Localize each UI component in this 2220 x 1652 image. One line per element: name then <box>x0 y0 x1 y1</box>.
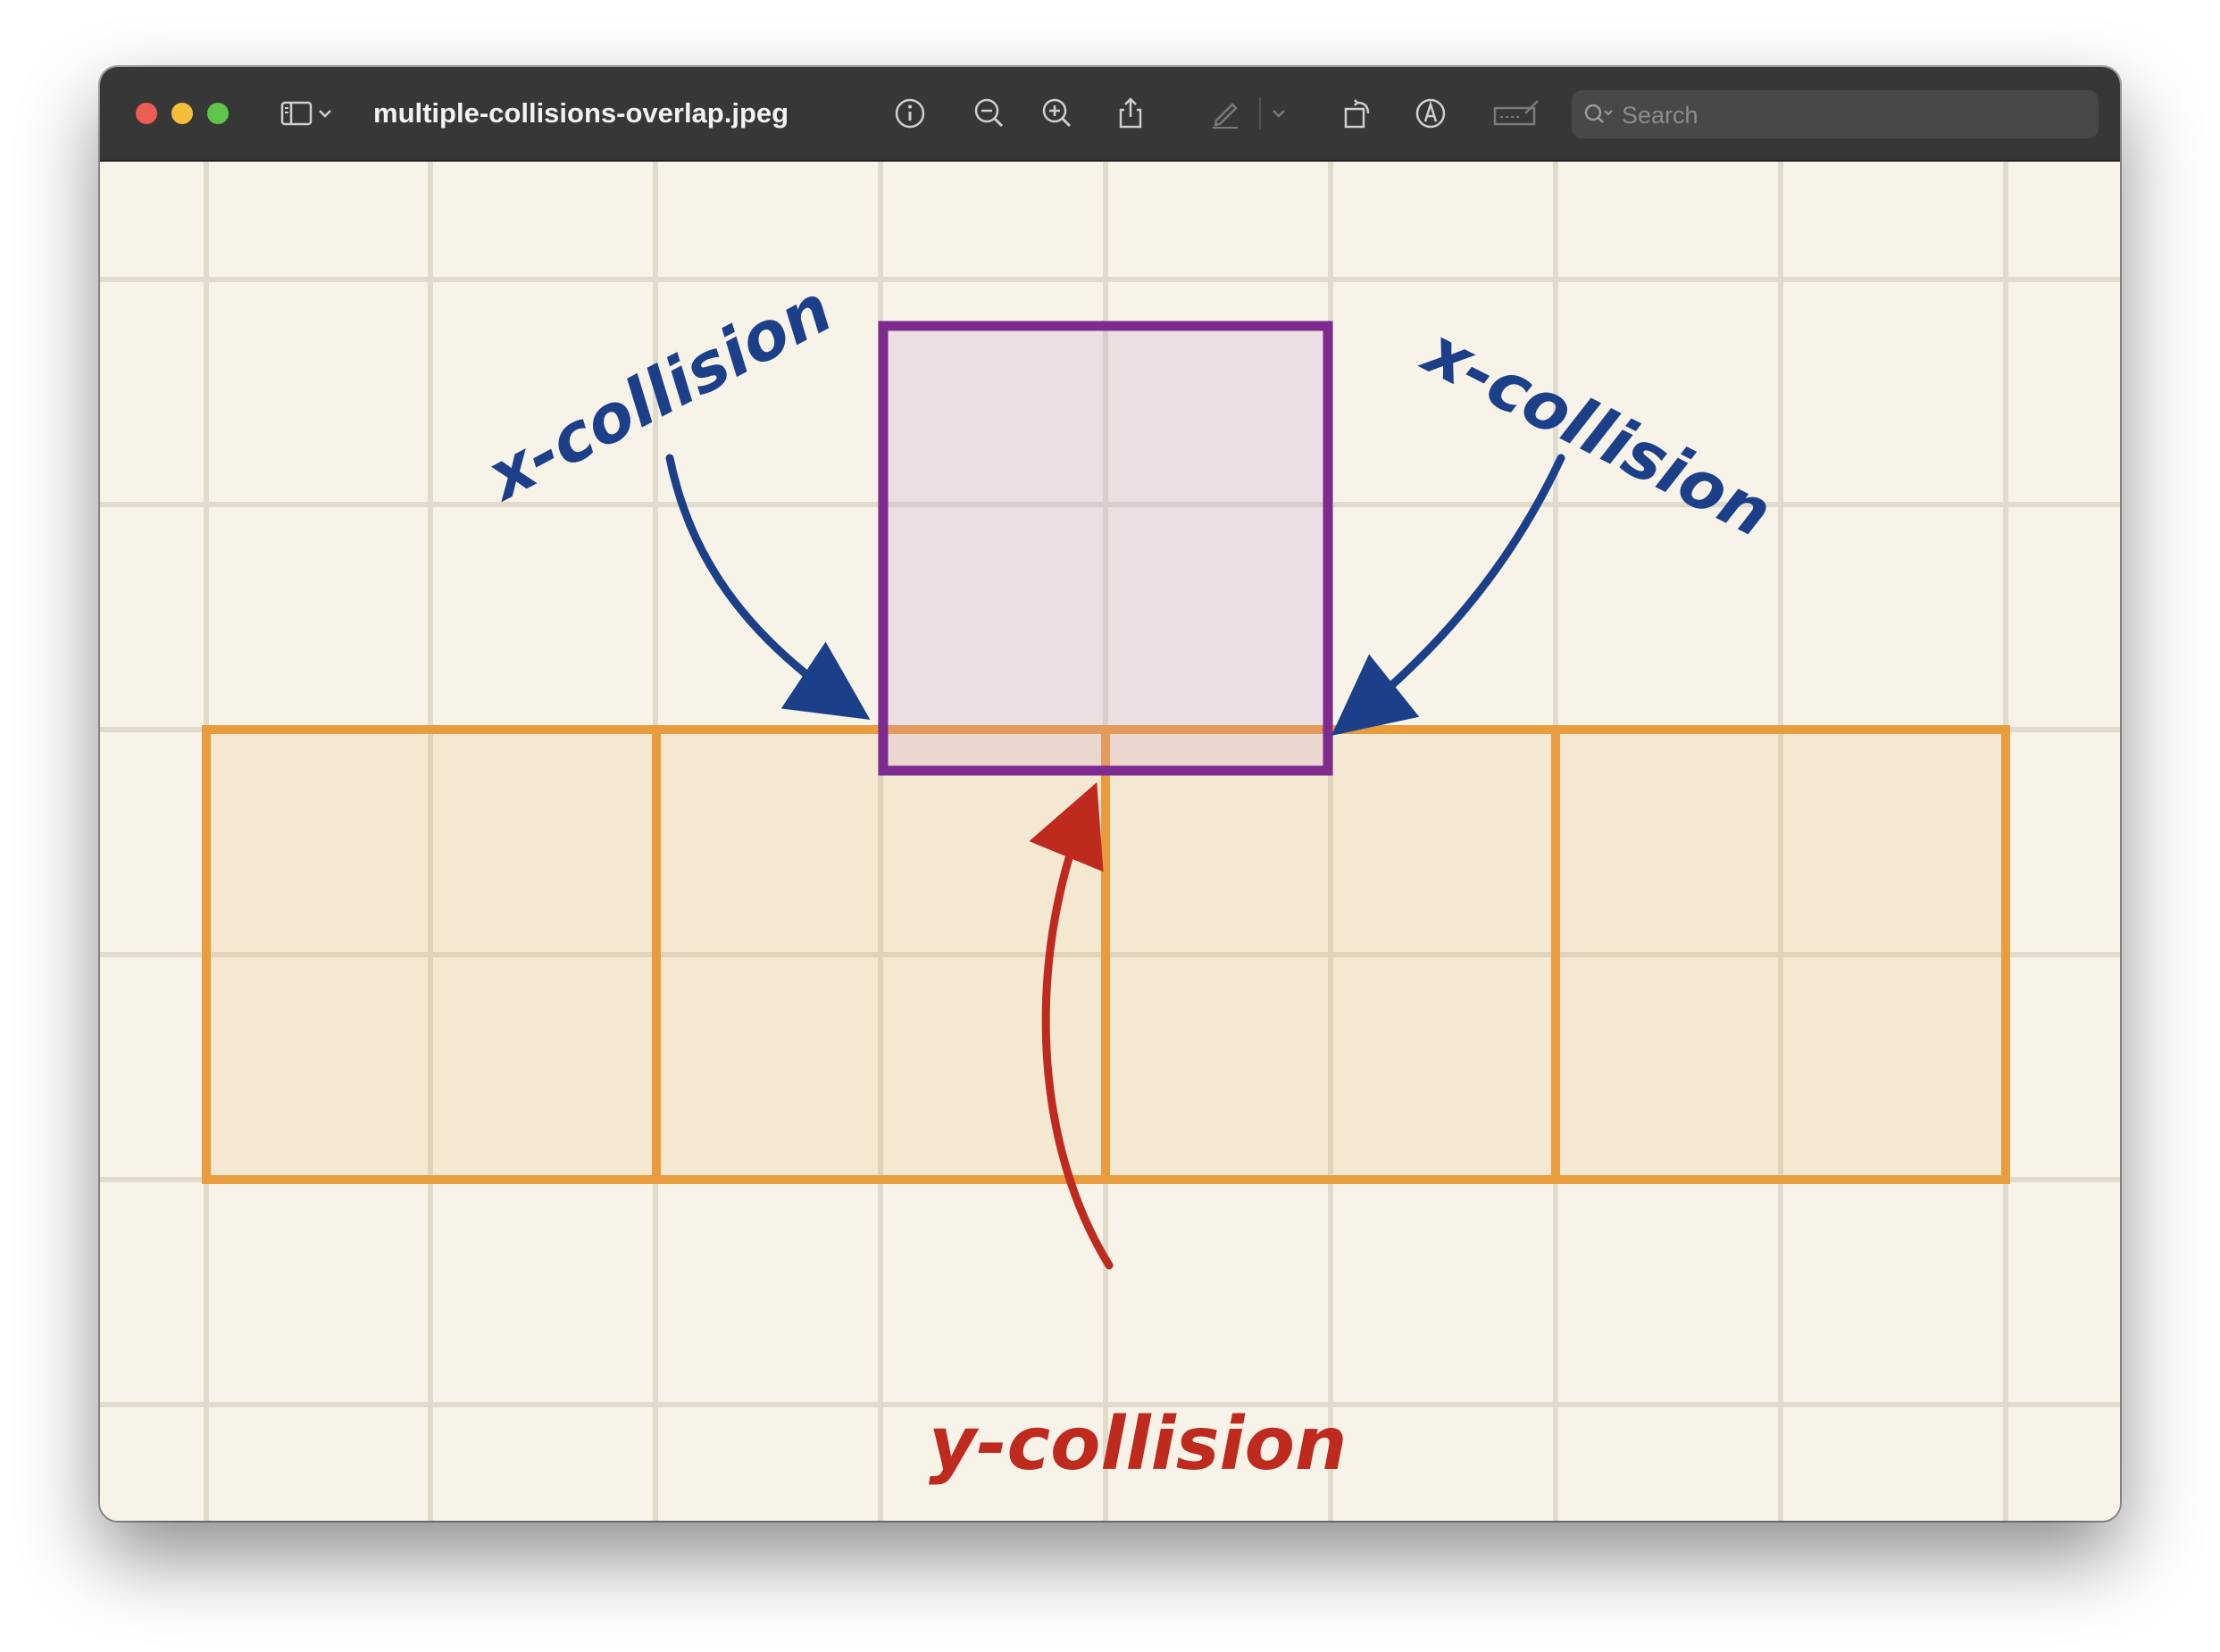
purple-player-box <box>878 321 1333 776</box>
close-button[interactable] <box>136 103 157 124</box>
diagram: x-collision x-collision y-collision <box>100 162 2120 1521</box>
window-title: multiple-collisions-overlap.jpeg <box>373 97 789 129</box>
signature-icon[interactable] <box>1491 92 1541 135</box>
toolbar-separator <box>1259 97 1261 129</box>
markup-chevron-icon[interactable] <box>1268 92 1289 135</box>
zoom-in-icon[interactable] <box>1036 92 1079 135</box>
markup-pen-icon[interactable] <box>1204 92 1247 135</box>
sidebar-toggle-icon[interactable] <box>275 92 318 135</box>
preview-window: multiple-collisions-overlap.jpeg Search … <box>100 67 2120 1521</box>
image-canvas: x-collision x-collision y-collision <box>100 162 2120 1521</box>
search-field[interactable] <box>1572 90 2099 140</box>
rotate-icon[interactable] <box>1336 92 1379 135</box>
search-icon <box>1581 99 1616 129</box>
chevron-down-icon[interactable] <box>314 92 336 135</box>
annotate-icon[interactable] <box>1409 92 1452 135</box>
zoom-out-icon[interactable] <box>968 92 1011 135</box>
orange-tile-row <box>202 725 2010 1184</box>
info-icon[interactable] <box>889 92 931 135</box>
search-input[interactable] <box>1620 90 2088 140</box>
minimize-button[interactable] <box>171 103 193 124</box>
zoom-button[interactable] <box>207 103 229 124</box>
y-collision-label: y-collision <box>929 1402 1347 1487</box>
title-bar: multiple-collisions-overlap.jpeg <box>100 67 2120 162</box>
share-icon[interactable] <box>1109 92 1152 135</box>
